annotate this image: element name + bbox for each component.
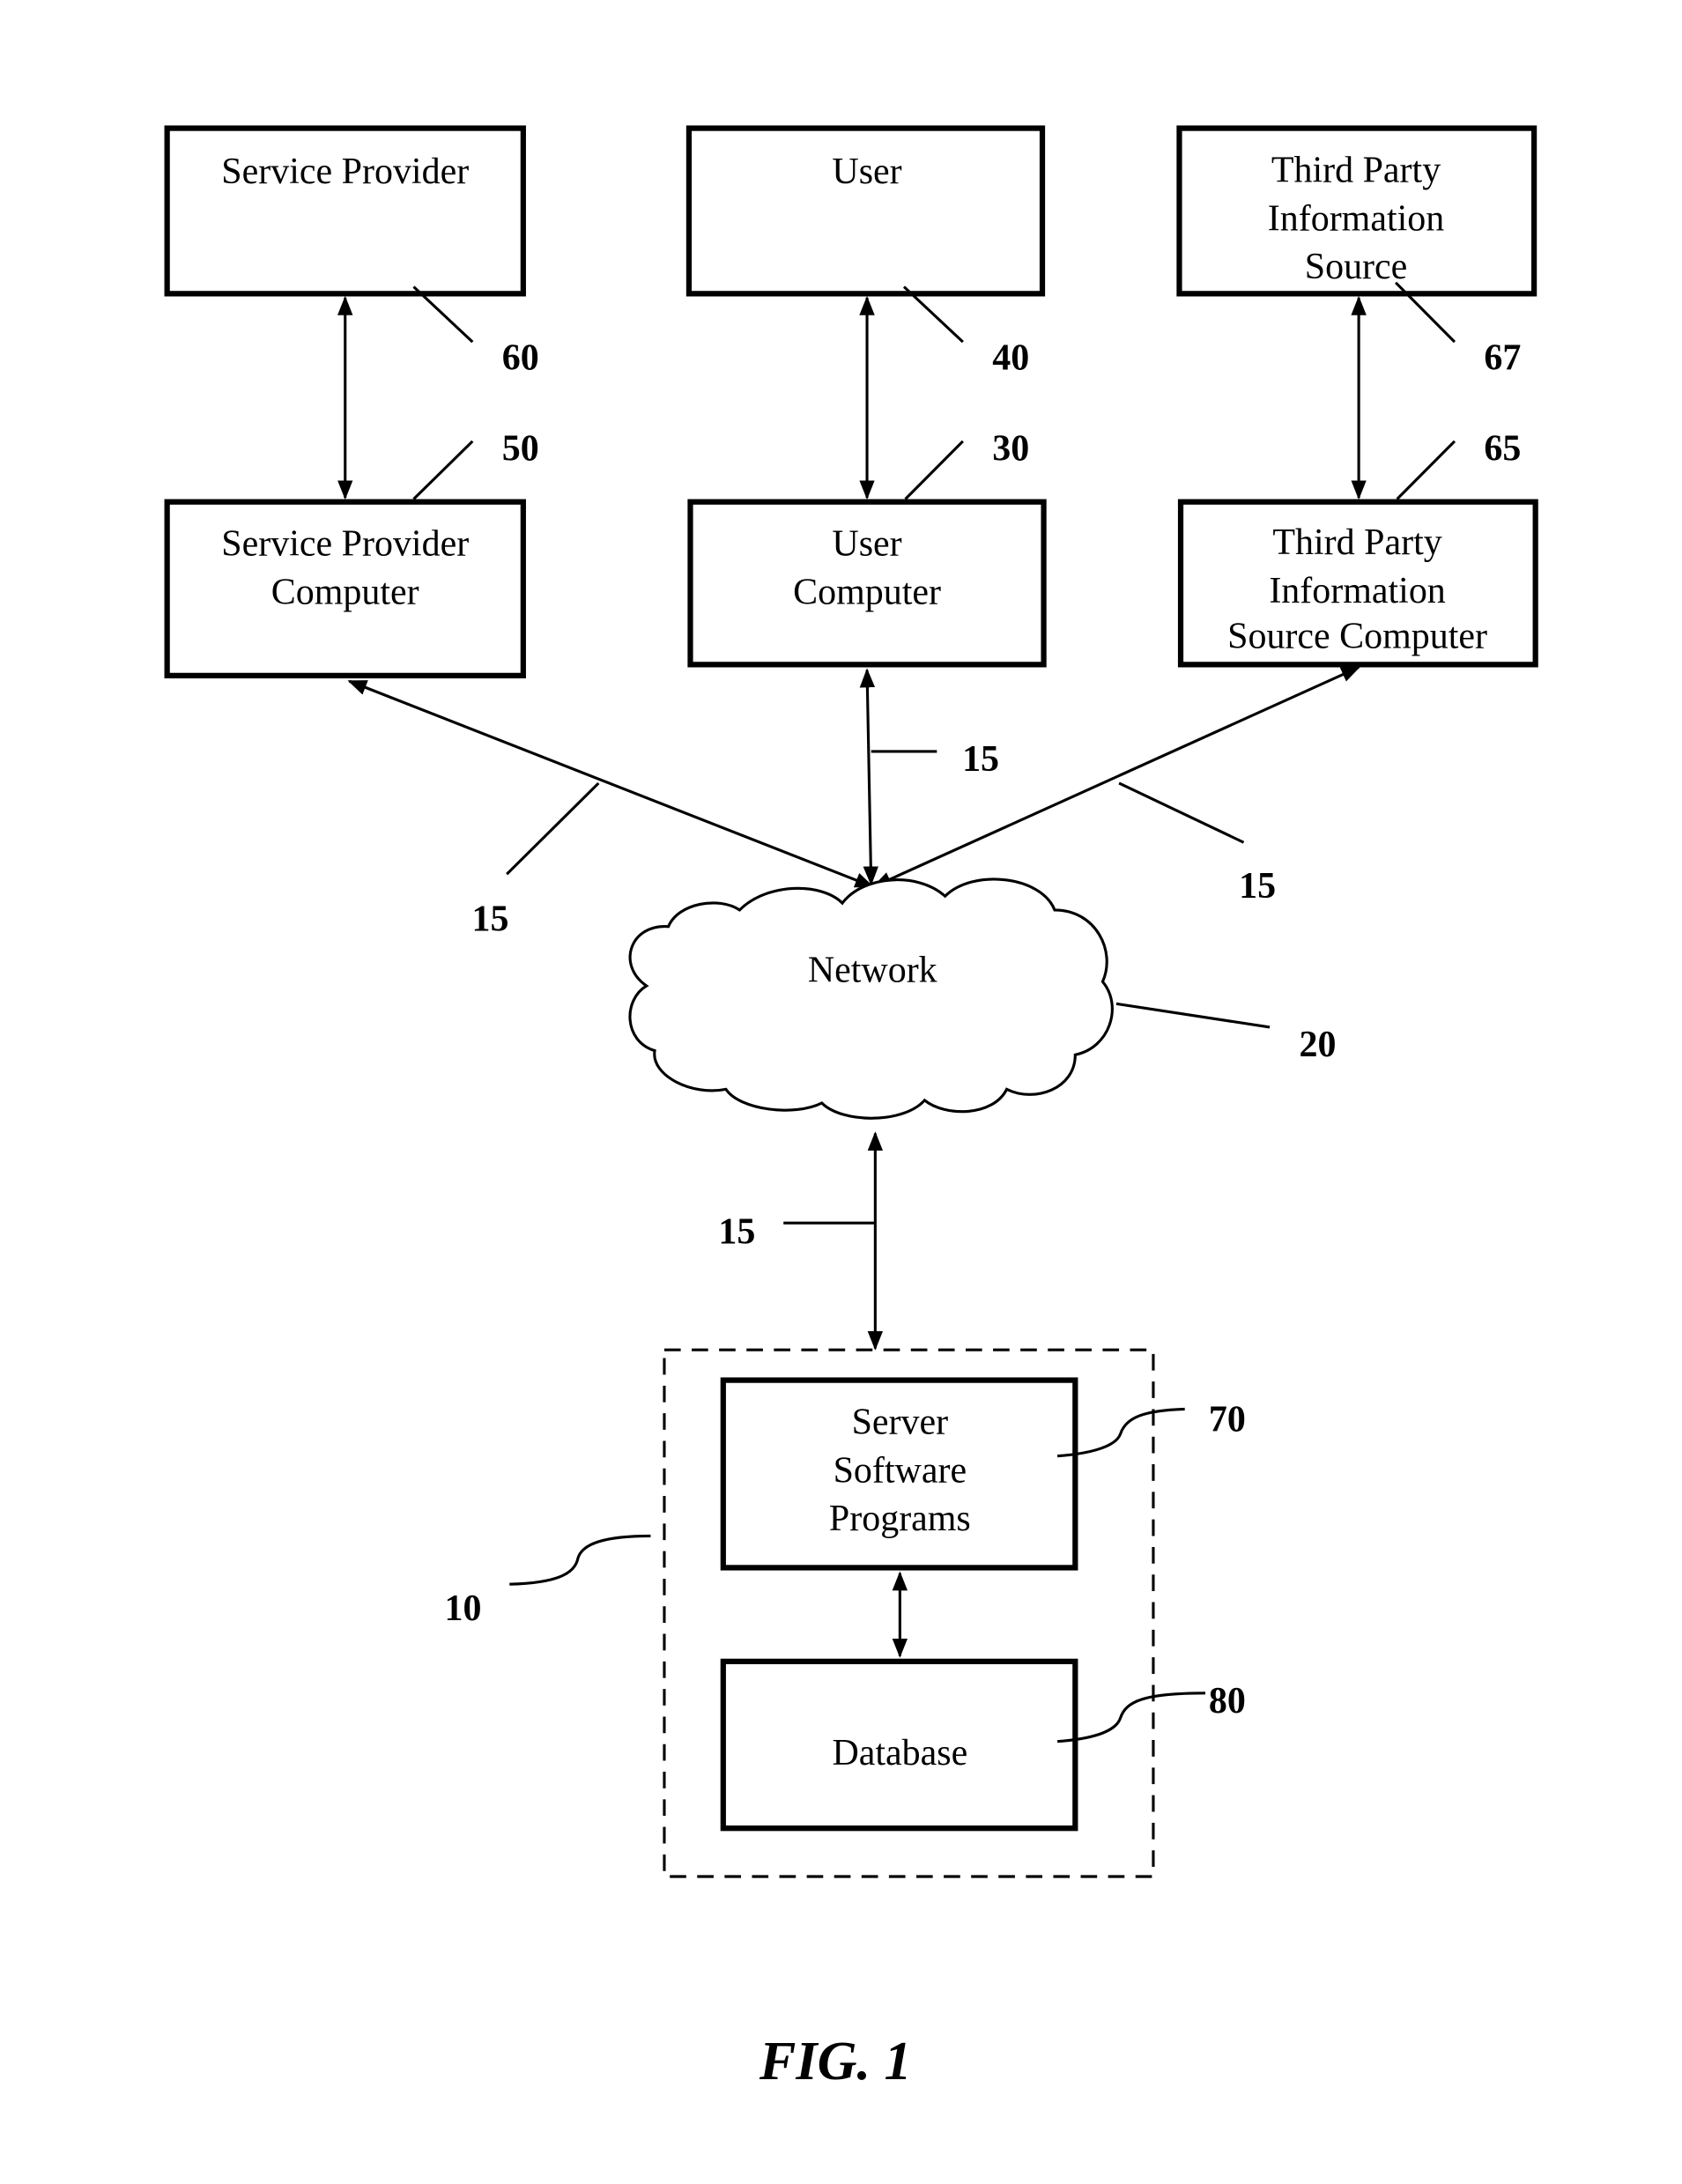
user-computer-box: User Computer xyxy=(687,499,1047,668)
third-party-source-computer-line2: Information xyxy=(1269,570,1445,611)
server-software-box: Server Software Programs xyxy=(720,1377,1078,1571)
network-label: Network xyxy=(808,949,938,990)
system-diagram: Service Provider User Third Party Inform… xyxy=(164,125,1538,2091)
third-party-source-computer-line1: Third Party xyxy=(1272,522,1441,563)
database-box: Database xyxy=(720,1658,1078,1832)
user-box: User xyxy=(685,125,1046,297)
connection-user-network xyxy=(859,668,879,886)
leader-30 xyxy=(904,440,964,500)
user-label: User xyxy=(832,151,901,192)
leader-65 xyxy=(1396,440,1456,500)
network-cloud: Network xyxy=(628,877,1114,1120)
third-party-source-computer-box: Third Party Information Source Computer xyxy=(1177,499,1538,668)
ref-70: 70 xyxy=(1209,1398,1246,1440)
leader-15-left xyxy=(506,781,600,876)
connection-tps-network xyxy=(871,666,1361,888)
leader-50 xyxy=(412,440,474,500)
service-provider-label: Service Provider xyxy=(221,151,469,192)
ref-65: 65 xyxy=(1484,428,1521,470)
leader-20 xyxy=(1115,1002,1271,1029)
ref-15-right: 15 xyxy=(1239,865,1276,907)
ref-15-bottom: 15 xyxy=(718,1211,755,1253)
third-party-source-line2: Information xyxy=(1268,197,1444,239)
ref-50: 50 xyxy=(502,428,539,470)
server-software-line3: Programs xyxy=(829,1498,971,1539)
service-provider-computer-line2: Computer xyxy=(271,571,419,612)
figure-caption: FIG. 1 xyxy=(759,2031,912,2091)
third-party-source-line1: Third Party xyxy=(1271,149,1441,190)
service-provider-computer-box: Service Provider Computer xyxy=(164,499,526,678)
server-software-line1: Server xyxy=(852,1402,949,1443)
leader-15-right xyxy=(1118,781,1245,844)
service-provider-box: Service Provider xyxy=(164,125,526,297)
ref-40: 40 xyxy=(992,337,1029,378)
user-computer-line1: User xyxy=(832,523,901,565)
ref-15-left: 15 xyxy=(472,898,509,939)
ref-30: 30 xyxy=(992,428,1029,470)
ref-20: 20 xyxy=(1300,1024,1337,1065)
third-party-source-line3: Source xyxy=(1305,246,1408,287)
ref-10: 10 xyxy=(444,1588,481,1629)
database-label: Database xyxy=(832,1732,967,1773)
server-software-line2: Software xyxy=(834,1449,967,1491)
leader-80 xyxy=(1057,1692,1206,1743)
ref-60: 60 xyxy=(502,337,539,378)
third-party-source-box: Third Party Information Source xyxy=(1176,125,1538,297)
leader-10 xyxy=(509,1534,651,1586)
service-provider-computer-line1: Service Provider xyxy=(221,523,469,565)
ref-67: 67 xyxy=(1484,337,1521,378)
user-computer-line2: Computer xyxy=(793,571,941,612)
ref-80: 80 xyxy=(1209,1680,1246,1721)
connection-sp-network xyxy=(347,679,875,888)
ref-15-center: 15 xyxy=(962,738,999,780)
third-party-source-computer-line3: Source Computer xyxy=(1227,615,1487,656)
